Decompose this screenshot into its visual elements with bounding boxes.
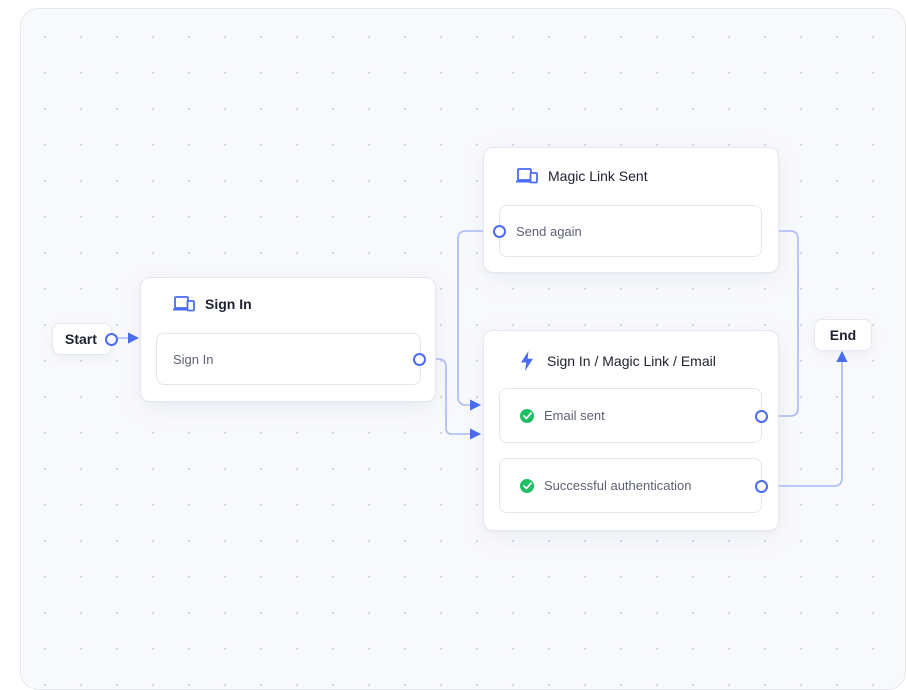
end-label: End <box>829 327 857 343</box>
check-circle-icon <box>520 408 534 423</box>
email-sent-label: Email sent <box>544 408 605 423</box>
successful-authentication-label: Successful authentication <box>544 478 692 493</box>
lightning-icon <box>520 351 534 371</box>
magic-link-sent-node[interactable]: Magic Link Sent Send again <box>483 147 779 273</box>
sign-in-title: Sign In <box>205 296 252 312</box>
sign-in-output-port[interactable] <box>413 353 426 366</box>
successful-authentication-output-port[interactable] <box>755 480 768 493</box>
sign-in-row[interactable]: Sign In <box>156 333 421 385</box>
end-node[interactable]: End <box>814 319 872 351</box>
start-label: Start <box>65 331 97 347</box>
send-again-label: Send again <box>516 223 582 239</box>
send-again-output-port[interactable] <box>493 225 506 238</box>
sign-in-node[interactable]: Sign In Sign In <box>140 277 436 402</box>
start-output-port[interactable] <box>105 333 118 346</box>
devices-icon <box>173 296 195 312</box>
successful-authentication-row[interactable]: Successful authentication <box>499 458 762 513</box>
check-circle-icon <box>520 478 534 493</box>
devices-icon <box>516 168 538 184</box>
magic-link-email-node[interactable]: Sign In / Magic Link / Email Email sent … <box>483 330 779 531</box>
start-node[interactable]: Start <box>52 323 112 355</box>
send-again-row[interactable]: Send again <box>499 205 762 257</box>
magic-link-email-title: Sign In / Magic Link / Email <box>547 353 716 369</box>
magic-link-sent-title: Magic Link Sent <box>548 168 648 184</box>
email-sent-row[interactable]: Email sent <box>499 388 762 443</box>
email-sent-output-port[interactable] <box>755 410 768 423</box>
sign-in-row-label: Sign In <box>173 351 214 367</box>
